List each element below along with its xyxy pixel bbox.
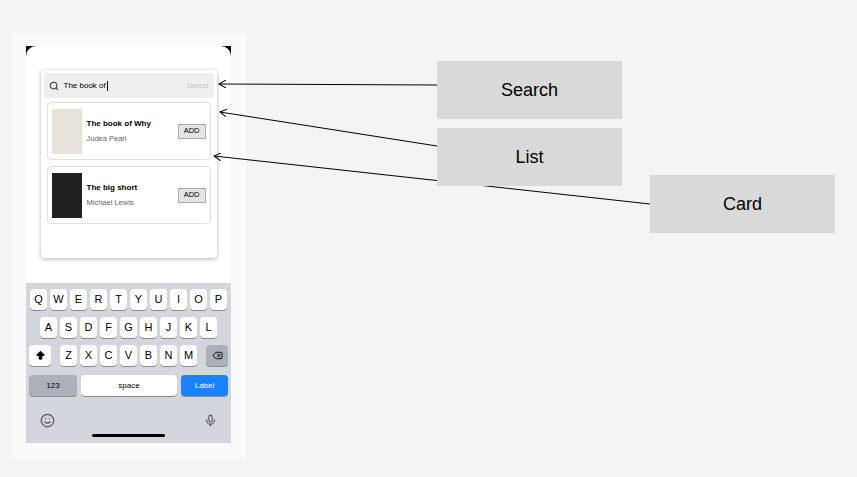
keyboard-key[interactable]: K: [180, 317, 197, 338]
return-key[interactable]: Label: [181, 375, 228, 396]
result-list: The book of WhyJudea PearlADDThe big sho…: [44, 102, 214, 224]
keyboard-key[interactable]: O: [190, 289, 207, 310]
keyboard-key[interactable]: R: [90, 289, 107, 310]
keyboard-key[interactable]: M: [180, 345, 197, 366]
mockup-panel: The book of cancel The book of Why Judea Pe…: [12, 33, 246, 458]
keyboard-key[interactable]: B: [140, 345, 157, 366]
book-cover: [52, 109, 82, 154]
shift-icon: [35, 350, 46, 361]
keyboard-key[interactable]: C: [100, 345, 117, 366]
keyboard-key[interactable]: P: [210, 289, 227, 310]
keyboard-key[interactable]: T: [110, 289, 127, 310]
book-card[interactable]: The book of Why Judea Pearl ADD: [47, 102, 211, 160]
annotation-arrows: [0, 0, 857, 477]
keyboard-key[interactable]: J: [160, 317, 177, 338]
annotation-label: Card: [650, 175, 835, 233]
book-info: The big short Michael Lewis: [87, 182, 173, 208]
book-author: Michael Lewis: [87, 197, 173, 208]
list-arrow: [220, 112, 437, 146]
key-row: ZXCVBNM: [29, 345, 228, 366]
keyboard-key[interactable]: G: [120, 317, 137, 338]
keyboard-key[interactable]: I: [170, 289, 187, 310]
book-author: Judea Pearl: [87, 133, 173, 144]
add-button[interactable]: ADD: [178, 188, 206, 203]
keyboard-key[interactable]: Y: [130, 289, 147, 310]
annotation-label: List: [437, 128, 622, 186]
keyboard-key[interactable]: X: [80, 345, 97, 366]
keyboard-key[interactable]: Q: [30, 289, 47, 310]
keyboard-key[interactable]: H: [140, 317, 157, 338]
book-cover: [52, 173, 82, 218]
page: The book of cancel The book of Why Judea Pe…: [0, 0, 857, 477]
keyboard-key[interactable]: N: [160, 345, 177, 366]
shift-key[interactable]: [29, 345, 51, 366]
keyboard-key[interactable]: L: [200, 317, 217, 338]
numbers-key[interactable]: 123: [29, 375, 77, 396]
keyboard-key[interactable]: W: [50, 289, 67, 310]
keyboard-key[interactable]: A: [40, 317, 57, 338]
letter-group: ZXCVBNM: [60, 345, 197, 366]
book-title: The big short: [87, 182, 173, 194]
space-key[interactable]: space: [81, 375, 177, 396]
text-caret: [107, 81, 108, 91]
search-bar[interactable]: The book of cancel: [44, 73, 214, 98]
screen: The book of cancel The book of Why Judea Pe…: [26, 46, 231, 283]
book-title: The book of Why: [87, 118, 173, 130]
keyboard-key[interactable]: V: [120, 345, 137, 366]
backspace-icon: [212, 350, 223, 361]
key-row: ASDFGHJKL: [29, 317, 228, 338]
book-card[interactable]: The big short Michael Lewis ADD: [47, 166, 211, 224]
microphone-icon[interactable]: [204, 414, 217, 427]
home-indicator: [92, 434, 165, 437]
key-row: 123spaceLabel: [29, 375, 228, 396]
keyboard-key[interactable]: E: [70, 289, 87, 310]
search-arrow: [219, 84, 437, 85]
backspace-key[interactable]: [206, 345, 228, 366]
keyboard-key[interactable]: F: [100, 317, 117, 338]
cancel-button[interactable]: cancel: [187, 80, 209, 91]
keyboard-key[interactable]: U: [150, 289, 167, 310]
emoji-icon[interactable]: [40, 413, 55, 428]
search-panel: The book of cancel The book of Why Judea Pe…: [41, 70, 217, 258]
keyboard-key[interactable]: Z: [60, 345, 77, 366]
keyboard-footer: [29, 413, 228, 428]
book-info: The book of Why Judea Pearl: [87, 118, 173, 144]
phone: The book of cancel The book of Why Judea Pe…: [26, 46, 231, 443]
keyboard: QWERTYUIOPASDFGHJKLZXCVBNM123spaceLabel: [26, 283, 231, 443]
keyboard-key[interactable]: S: [60, 317, 77, 338]
annotation-label: Search: [437, 61, 622, 119]
key-row: QWERTYUIOP: [29, 289, 228, 310]
add-button[interactable]: ADD: [178, 124, 206, 139]
search-icon: [49, 81, 59, 91]
search-input[interactable]: The book of: [64, 80, 106, 92]
keyboard-key[interactable]: D: [80, 317, 97, 338]
